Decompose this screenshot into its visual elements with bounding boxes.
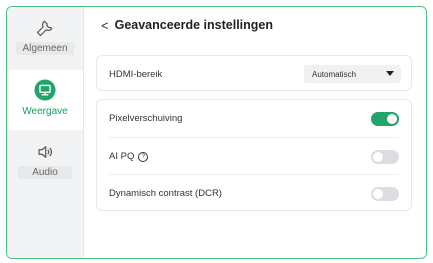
hdmi-range-value: Automatisch: [312, 69, 357, 79]
sidebar-item-weergave[interactable]: Weergave: [7, 70, 83, 130]
dcr-row: Dynamisch contrast (DCR): [97, 175, 411, 212]
sidebar-item-label: Weergave: [22, 106, 68, 117]
dcr-label: Dynamisch contrast (DCR): [109, 188, 222, 199]
toggles-card: Pixelverschuiving AI PQ ? Dynamisch cont…: [96, 99, 412, 211]
back-button[interactable]: <: [101, 19, 109, 32]
sidebar-item-algemeen[interactable]: Algemeen: [7, 11, 83, 69]
settings-window: Algemeen Weergave Audio < Geavanceerde i…: [6, 6, 427, 259]
ai-pq-label-group: AI PQ ?: [109, 151, 149, 162]
caret-down-icon: [386, 71, 394, 76]
hdmi-range-row: HDMI-bereik Automatisch: [97, 56, 411, 93]
sidebar-item-label: Algemeen: [16, 42, 74, 55]
toggle-knob: [387, 113, 397, 124]
page-header: < Geavanceerde instellingen: [101, 18, 273, 32]
ai-pq-label: AI PQ: [109, 151, 135, 162]
hdmi-range-select[interactable]: Automatisch: [304, 65, 401, 83]
hdmi-card: HDMI-bereik Automatisch: [96, 55, 412, 91]
pixel-shift-toggle[interactable]: [371, 111, 399, 126]
help-icon[interactable]: ?: [138, 151, 149, 162]
toggle-knob: [373, 151, 383, 162]
hdmi-range-label: HDMI-bereik: [109, 69, 163, 80]
page-title: Geavanceerde instellingen: [114, 18, 273, 32]
pixel-shift-label: Pixelverschuiving: [109, 113, 183, 124]
sidebar-item-label: Audio: [18, 166, 72, 179]
speaker-icon: [34, 141, 56, 163]
pixel-shift-row: Pixelverschuiving: [97, 100, 411, 137]
sidebar: Algemeen Weergave Audio: [7, 7, 84, 258]
ai-pq-toggle[interactable]: [371, 149, 399, 164]
dcr-toggle[interactable]: [371, 186, 399, 201]
toggle-knob: [373, 188, 383, 199]
main-panel: < Geavanceerde instellingen HDMI-bereik …: [84, 7, 426, 258]
wrench-icon: [34, 17, 56, 39]
sidebar-item-audio[interactable]: Audio: [7, 135, 83, 193]
monitor-icon: [33, 78, 57, 102]
ai-pq-row: AI PQ ?: [97, 138, 411, 175]
